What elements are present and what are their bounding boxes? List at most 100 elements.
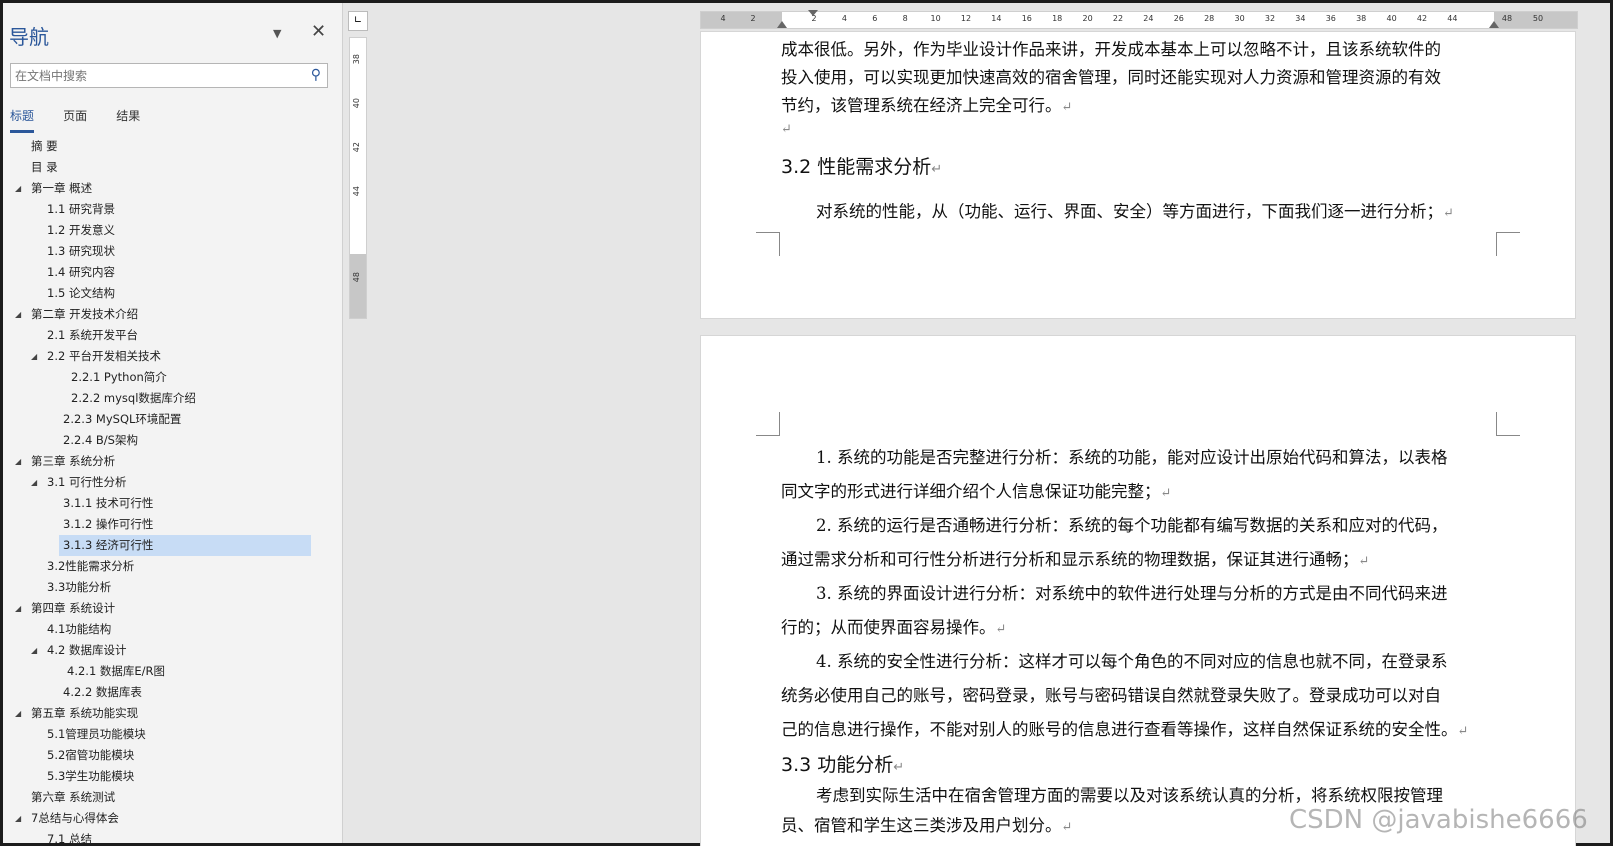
list-item-line[interactable]: 行的；从而使界面容易操作。↵: [781, 614, 1006, 638]
nav-tree-item-label: 第六章 系统测试: [31, 790, 116, 804]
nav-tree-item[interactable]: 7.1 总结: [3, 829, 323, 846]
search-icon[interactable]: ⚲: [311, 67, 321, 83]
collapse-triangle-icon[interactable]: ◢: [15, 178, 21, 199]
list-item-line[interactable]: 己的信息进行操作，不能对别人的账号的信息进行查看等操作，这样自然保证系统的安全性…: [781, 716, 1468, 740]
nav-tree-item[interactable]: 3.1.2 操作可行性: [3, 514, 323, 535]
ruler-tick-label: 6: [872, 14, 878, 23]
collapse-triangle-icon[interactable]: ◢: [31, 472, 37, 493]
ruler-tick-label: 18: [1052, 14, 1063, 23]
nav-tree-item[interactable]: 摘 要: [3, 136, 323, 157]
nav-tree-item[interactable]: 3.2性能需求分析: [3, 556, 323, 577]
ruler-tick-label: 22: [1112, 14, 1124, 23]
paragraph-line[interactable]: 对系统的性能，从（功能、运行、界面、安全）等方面进行，下面我们逐一进行分析；↵: [816, 198, 1454, 222]
crop-mark: [1496, 412, 1520, 436]
nav-tree-item[interactable]: 5.2宿管功能模块: [3, 745, 323, 766]
nav-tree-item[interactable]: 3.3功能分析: [3, 577, 323, 598]
nav-tree-item[interactable]: 2.2.3 MySQL环境配置: [3, 409, 323, 430]
ruler-tick-label: 26: [1173, 14, 1184, 23]
list-item-line[interactable]: 3. 系统的界面设计进行分析：对系统中的软件进行处理与分析的方式是由不同代码来进: [816, 580, 1448, 604]
nav-tree-item[interactable]: 5.3学生功能模块: [3, 766, 323, 787]
section-heading-3-2[interactable]: 3.2 性能需求分析↵: [781, 152, 942, 179]
tab-results[interactable]: 结果: [116, 107, 140, 130]
paragraph-line[interactable]: 投入使用，可以实现更加快速高效的宿舍管理，同时还能实现对人力资源和管理资源的有效: [781, 64, 1441, 88]
nav-tree-item-label: 3.1.1 技术可行性: [63, 496, 154, 510]
nav-tree-item[interactable]: 1.2 开发意义: [3, 220, 323, 241]
nav-tree-item[interactable]: ◢ 7总结与心得体会: [3, 808, 323, 829]
csdn-watermark: CSDN @javabishe6666: [1289, 805, 1588, 835]
nav-tree-item[interactable]: 1.5 论文结构: [3, 283, 323, 304]
paragraph-line[interactable]: 成本很低。另外，作为毕业设计作品来讲，开发成本基本上可以忽略不计，且该系统软件的: [781, 36, 1441, 60]
collapse-triangle-icon[interactable]: ◢: [15, 598, 21, 619]
nav-tree-item-label: 第二章 开发技术介绍: [31, 307, 139, 321]
nav-tree-item[interactable]: ◢ 第五章 系统功能实现: [3, 703, 323, 724]
nav-tree-item[interactable]: 1.1 研究背景: [3, 199, 323, 220]
nav-tree-item[interactable]: ◢ 第二章 开发技术介绍: [3, 304, 323, 325]
paragraph-line[interactable]: 员、宿管和学生这三类涉及用户划分。↵: [781, 812, 1072, 836]
nav-search-box[interactable]: ⚲: [10, 63, 328, 88]
nav-tree-item-label: 7总结与心得体会: [31, 811, 119, 825]
vertical-ruler-bar[interactable]: 38 40 42 44 48: [349, 37, 367, 319]
horizontal-ruler[interactable]: 4 2 2 4 6 8 10 12 14 16 18 20 22 24 26 28 30 32 34 36 38 40 42…: [700, 10, 1578, 29]
nav-tree-item-label: 2.2.4 B/S架构: [63, 433, 138, 447]
nav-tree-item[interactable]: 5.1管理员功能模块: [3, 724, 323, 745]
nav-tree-item-label: 5.2宿管功能模块: [47, 748, 135, 762]
list-item-line[interactable]: 同文字的形式进行详细介绍个人信息保证功能完整；↵: [781, 478, 1171, 502]
nav-tree-item[interactable]: 2.2.2 mysql数据库介绍: [3, 388, 323, 409]
nav-search-input[interactable]: [15, 67, 285, 85]
list-item-line[interactable]: 通过需求分析和可行性分析进行分析和显示系统的物理数据，保证其进行通畅；↵: [781, 546, 1369, 570]
paragraph-line[interactable]: 节约，该管理系统在经济上完全可行。↵: [781, 92, 1072, 116]
nav-tree-item[interactable]: ◢ 3.1 可行性分析: [3, 472, 323, 493]
nav-tree-item-label: 1.3 研究现状: [47, 244, 115, 258]
nav-tree-item[interactable]: 4.2.2 数据库表: [3, 682, 323, 703]
ruler-tick-label: 10: [930, 14, 941, 23]
list-item-line[interactable]: 2. 系统的运行是否通畅进行分析：系统的每个功能都有编写数据的关系和应对的代码，: [816, 512, 1448, 536]
collapse-triangle-icon[interactable]: ◢: [15, 304, 21, 325]
nav-tree-item[interactable]: ◢ 2.2 平台开发相关技术: [3, 346, 323, 367]
nav-options-dropdown-icon[interactable]: ▼: [273, 27, 281, 40]
collapse-triangle-icon[interactable]: ◢: [15, 703, 21, 724]
ruler-tick-label: 4: [841, 14, 847, 23]
nav-tree-item[interactable]: ◢ 4.2 数据库设计: [3, 640, 323, 661]
nav-tree-item[interactable]: 目 录: [3, 157, 323, 178]
nav-tree-item[interactable]: 3.1.1 技术可行性: [3, 493, 323, 514]
nav-tree-item[interactable]: 2.2.1 Python简介: [3, 367, 323, 388]
paragraph-line[interactable]: 考虑到实际生活中在宿舍管理方面的需要以及对该系统认真的分析，将系统权限按管理: [816, 782, 1443, 806]
nav-tree-item-label: 目 录: [31, 160, 58, 174]
ruler-tick-label: 4: [720, 14, 726, 23]
left-indent-marker[interactable]: [777, 21, 787, 28]
empty-paragraph[interactable]: ↵: [781, 118, 792, 137]
tab-headings[interactable]: 标题: [10, 107, 35, 133]
nav-tree-item[interactable]: ◢ 第三章 系统分析: [3, 451, 323, 472]
nav-tree-item[interactable]: 1.4 研究内容: [3, 262, 323, 283]
nav-tree-item[interactable]: 4.2.1 数据库E/R图: [3, 661, 323, 682]
list-item-line[interactable]: 统务必使用自己的账号，密码登录，账号与密码错误自然就登录失败了。登录成功可以对自: [781, 682, 1441, 706]
list-item-line[interactable]: 1. 系统的功能是否完整进行分析：系统的功能，能对应设计出原始代码和算法，以表格: [816, 444, 1448, 468]
tab-selector[interactable]: ∟: [348, 11, 368, 31]
collapse-triangle-icon[interactable]: ◢: [15, 808, 21, 829]
nav-tree-item-label: 3.1 可行性分析: [47, 475, 127, 489]
collapse-triangle-icon[interactable]: ◢: [31, 640, 37, 661]
section-heading-3-3[interactable]: 3.3 功能分析↵: [781, 750, 904, 777]
nav-tree-item[interactable]: 2.2.4 B/S架构: [3, 430, 323, 451]
nav-tree-item-label: 摘 要: [31, 139, 58, 153]
ruler-tick-label: 34: [1295, 14, 1306, 23]
list-item-line[interactable]: 4. 系统的安全性进行分析：这样才可以每个角色的不同对应的信息也就不同，在登录系: [816, 648, 1448, 672]
collapse-triangle-icon[interactable]: ◢: [31, 346, 37, 367]
nav-tree-item[interactable]: ◢ 第四章 系统设计: [3, 598, 323, 619]
nav-tree-item[interactable]: 1.3 研究现状: [3, 241, 323, 262]
nav-tree-item-label: 5.1管理员功能模块: [47, 727, 146, 741]
nav-tree-item[interactable]: 第六章 系统测试: [3, 787, 323, 808]
nav-tree-item[interactable]: 3.1.3 经济可行性: [3, 535, 323, 556]
ruler-tick-label: 28: [1204, 14, 1215, 23]
nav-close-icon[interactable]: ✕: [311, 21, 326, 42]
nav-title: 导航: [9, 25, 49, 49]
tab-pages[interactable]: 页面: [63, 107, 87, 130]
nav-tree-item[interactable]: ◢ 第一章 概述: [3, 178, 323, 199]
nav-tree-item[interactable]: 4.1功能结构: [3, 619, 323, 640]
nav-tree-item-label: 5.3学生功能模块: [47, 769, 135, 783]
nav-tree-item-label: 4.2.2 数据库表: [63, 685, 142, 699]
ruler-tick-label: 2: [811, 14, 817, 23]
collapse-triangle-icon[interactable]: ◢: [15, 451, 21, 472]
nav-tree-item[interactable]: 2.1 系统开发平台: [3, 325, 323, 346]
right-indent-marker[interactable]: [1489, 21, 1499, 28]
